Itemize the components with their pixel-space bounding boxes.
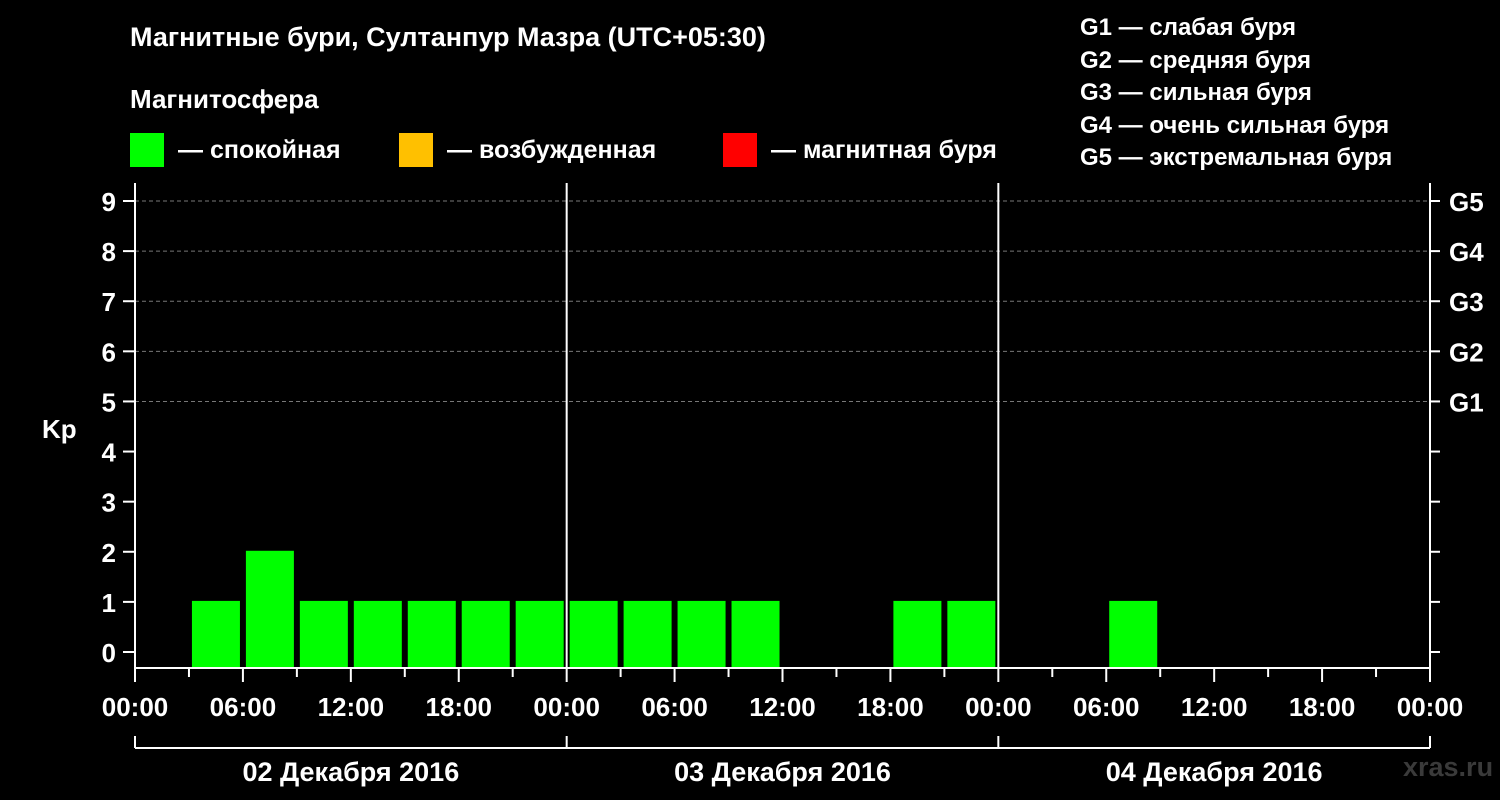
x-tick-label: 00:00: [965, 692, 1032, 722]
g-level-label: G4: [1449, 237, 1484, 267]
y-tick-label: 5: [102, 387, 116, 417]
y-tick-label: 8: [102, 237, 116, 267]
g-level-label: G2: [1449, 337, 1484, 367]
x-tick-label: 18:00: [426, 692, 493, 722]
kp-bar: [245, 550, 294, 668]
x-tick-label: 00:00: [533, 692, 600, 722]
y-tick-label: 4: [102, 438, 117, 468]
kp-bar: [461, 600, 510, 668]
y-tick-label: 2: [102, 538, 116, 568]
kp-bar: [299, 600, 348, 668]
kp-bar: [407, 600, 456, 668]
kp-bar: [623, 600, 672, 668]
x-tick-label: 06:00: [1073, 692, 1140, 722]
g-level-label: G5: [1449, 187, 1484, 217]
x-tick-label: 12:00: [1181, 692, 1248, 722]
x-tick-label: 06:00: [210, 692, 277, 722]
x-tick-label: 12:00: [749, 692, 816, 722]
kp-bar: [731, 600, 780, 668]
g-level-label: G3: [1449, 287, 1484, 317]
x-tick-label: 12:00: [318, 692, 385, 722]
g-level-label: G1: [1449, 387, 1484, 417]
kp-bar: [569, 600, 618, 668]
y-axis-label: Kp: [42, 414, 77, 444]
x-tick-label: 00:00: [102, 692, 169, 722]
kp-bar: [515, 600, 564, 668]
x-tick-label: 00:00: [1397, 692, 1464, 722]
x-tick-label: 18:00: [1289, 692, 1356, 722]
day-label: 03 Декабря 2016: [674, 757, 891, 787]
watermark: xras.ru: [1403, 752, 1494, 782]
y-tick-label: 0: [102, 638, 116, 668]
kp-bar: [893, 600, 942, 668]
x-tick-label: 18:00: [857, 692, 924, 722]
day-label: 02 Декабря 2016: [242, 757, 459, 787]
day-label: 04 Декабря 2016: [1106, 757, 1323, 787]
kp-bar: [947, 600, 996, 668]
kp-bar: [1109, 600, 1158, 668]
kp-bar-chart: 0 1 2 3 4 5 6 7 8 9 G1 G2 G3 G4 G5 Kp 00:00 06:00 12:00 18:…: [42, 183, 1484, 787]
x-tick-label: 06:00: [641, 692, 708, 722]
y-tick-label: 1: [102, 588, 116, 618]
kp-bar: [677, 600, 726, 668]
kp-bar: [353, 600, 402, 668]
y-tick-label: 7: [102, 287, 116, 317]
y-tick-label: 3: [102, 488, 116, 518]
y-tick-label: 6: [102, 337, 116, 367]
y-tick-label: 9: [102, 187, 116, 217]
kp-bar: [191, 600, 240, 668]
